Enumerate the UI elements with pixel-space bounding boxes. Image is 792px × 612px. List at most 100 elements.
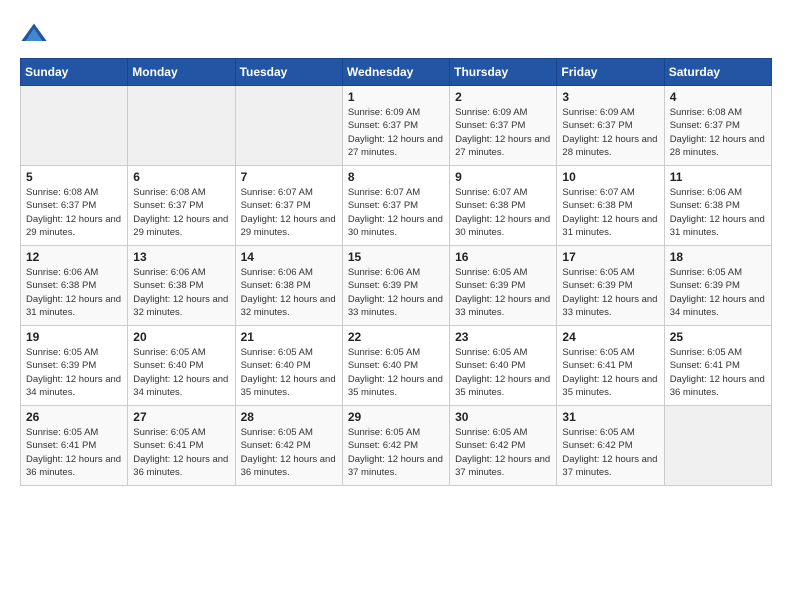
day-number: 14 — [241, 250, 337, 264]
calendar-cell: 27 Sunrise: 6:05 AMSunset: 6:41 PMDayligh… — [128, 406, 235, 486]
calendar-cell: 16 Sunrise: 6:05 AMSunset: 6:39 PMDayligh… — [450, 246, 557, 326]
weekday-header: Monday — [128, 59, 235, 86]
calendar-cell: 10 Sunrise: 6:07 AMSunset: 6:38 PMDayligh… — [557, 166, 664, 246]
day-number: 4 — [670, 90, 766, 104]
calendar-cell: 19 Sunrise: 6:05 AMSunset: 6:39 PMDayligh… — [21, 326, 128, 406]
day-info: Sunrise: 6:05 AMSunset: 6:42 PMDaylight:… — [241, 426, 337, 479]
weekday-row: SundayMondayTuesdayWednesdayThursdayFrid… — [21, 59, 772, 86]
calendar-cell: 3 Sunrise: 6:09 AMSunset: 6:37 PMDaylight… — [557, 86, 664, 166]
calendar-cell: 13 Sunrise: 6:06 AMSunset: 6:38 PMDayligh… — [128, 246, 235, 326]
day-number: 9 — [455, 170, 551, 184]
day-number: 21 — [241, 330, 337, 344]
logo — [20, 20, 54, 48]
weekday-header: Friday — [557, 59, 664, 86]
calendar-week-row: 1Sunrise: 6:09 AMSunset: 6:37 PMDaylight… — [21, 86, 772, 166]
day-number: 27 — [133, 410, 229, 424]
calendar-cell: 8Sunrise: 6:07 AMSunset: 6:37 PMDaylight… — [342, 166, 449, 246]
day-info: Sunrise: 6:09 AMSunset: 6:37 PMDaylight:… — [348, 106, 444, 159]
day-number: 17 — [562, 250, 658, 264]
day-number: 13 — [133, 250, 229, 264]
day-info: Sunrise: 6:05 AMSunset: 6:40 PMDaylight:… — [455, 346, 551, 399]
day-info: Sunrise: 6:06 AMSunset: 6:38 PMDaylight:… — [670, 186, 766, 239]
day-number: 2 — [455, 90, 551, 104]
day-info: Sunrise: 6:05 AMSunset: 6:40 PMDaylight:… — [133, 346, 229, 399]
day-number: 25 — [670, 330, 766, 344]
calendar-cell: 20Sunrise: 6:05 AMSunset: 6:40 PMDayligh… — [128, 326, 235, 406]
day-info: Sunrise: 6:05 AMSunset: 6:42 PMDaylight:… — [348, 426, 444, 479]
day-info: Sunrise: 6:09 AMSunset: 6:37 PMDaylight:… — [562, 106, 658, 159]
calendar-cell: 6 Sunrise: 6:08 AMSunset: 6:37 PMDaylight… — [128, 166, 235, 246]
day-number: 30 — [455, 410, 551, 424]
weekday-header: Thursday — [450, 59, 557, 86]
calendar-cell: 11Sunrise: 6:06 AMSunset: 6:38 PMDayligh… — [664, 166, 771, 246]
day-info: Sunrise: 6:07 AMSunset: 6:38 PMDaylight:… — [455, 186, 551, 239]
calendar-cell: 1Sunrise: 6:09 AMSunset: 6:37 PMDaylight… — [342, 86, 449, 166]
day-number: 31 — [562, 410, 658, 424]
day-info: Sunrise: 6:05 AMSunset: 6:40 PMDaylight:… — [348, 346, 444, 399]
day-info: Sunrise: 6:06 AMSunset: 6:39 PMDaylight:… — [348, 266, 444, 319]
calendar-cell — [664, 406, 771, 486]
calendar-week-row: 12 Sunrise: 6:06 AMSunset: 6:38 PMDayligh… — [21, 246, 772, 326]
calendar-header: SundayMondayTuesdayWednesdayThursdayFrid… — [21, 59, 772, 86]
day-info: Sunrise: 6:05 AMSunset: 6:39 PMDaylight:… — [455, 266, 551, 319]
calendar-cell: 12 Sunrise: 6:06 AMSunset: 6:38 PMDayligh… — [21, 246, 128, 326]
day-info: Sunrise: 6:08 AMSunset: 6:37 PMDaylight:… — [26, 186, 122, 239]
calendar-cell: 25 Sunrise: 6:05 AMSunset: 6:41 PMDayligh… — [664, 326, 771, 406]
day-info: Sunrise: 6:05 AMSunset: 6:39 PMDaylight:… — [670, 266, 766, 319]
day-number: 18 — [670, 250, 766, 264]
calendar-cell: 17 Sunrise: 6:05 AMSunset: 6:39 PMDayligh… — [557, 246, 664, 326]
day-number: 29 — [348, 410, 444, 424]
day-info: Sunrise: 6:06 AMSunset: 6:38 PMDaylight:… — [133, 266, 229, 319]
weekday-header: Wednesday — [342, 59, 449, 86]
day-number: 3 — [562, 90, 658, 104]
calendar-cell: 26 Sunrise: 6:05 AMSunset: 6:41 PMDayligh… — [21, 406, 128, 486]
page-header — [20, 20, 772, 48]
day-info: Sunrise: 6:05 AMSunset: 6:42 PMDaylight:… — [562, 426, 658, 479]
day-number: 10 — [562, 170, 658, 184]
calendar-cell: 23Sunrise: 6:05 AMSunset: 6:40 PMDayligh… — [450, 326, 557, 406]
day-number: 19 — [26, 330, 122, 344]
day-number: 24 — [562, 330, 658, 344]
day-number: 26 — [26, 410, 122, 424]
calendar-cell: 7 Sunrise: 6:07 AMSunset: 6:37 PMDaylight… — [235, 166, 342, 246]
calendar-cell: 28 Sunrise: 6:05 AMSunset: 6:42 PMDayligh… — [235, 406, 342, 486]
day-number: 22 — [348, 330, 444, 344]
day-info: Sunrise: 6:09 AMSunset: 6:37 PMDaylight:… — [455, 106, 551, 159]
calendar-cell: 15 Sunrise: 6:06 AMSunset: 6:39 PMDayligh… — [342, 246, 449, 326]
day-number: 28 — [241, 410, 337, 424]
day-number: 16 — [455, 250, 551, 264]
day-number: 5 — [26, 170, 122, 184]
day-info: Sunrise: 6:08 AMSunset: 6:37 PMDaylight:… — [133, 186, 229, 239]
day-info: Sunrise: 6:05 AMSunset: 6:41 PMDaylight:… — [133, 426, 229, 479]
calendar-cell: 4Sunrise: 6:08 AMSunset: 6:37 PMDaylight… — [664, 86, 771, 166]
day-info: Sunrise: 6:05 AMSunset: 6:42 PMDaylight:… — [455, 426, 551, 479]
calendar-week-row: 5 Sunrise: 6:08 AMSunset: 6:37 PMDaylight… — [21, 166, 772, 246]
calendar-cell: 9 Sunrise: 6:07 AMSunset: 6:38 PMDaylight… — [450, 166, 557, 246]
day-info: Sunrise: 6:07 AMSunset: 6:37 PMDaylight:… — [241, 186, 337, 239]
weekday-header: Saturday — [664, 59, 771, 86]
day-info: Sunrise: 6:05 AMSunset: 6:40 PMDaylight:… — [241, 346, 337, 399]
calendar-cell: 2 Sunrise: 6:09 AMSunset: 6:37 PMDaylight… — [450, 86, 557, 166]
calendar-cell: 18 Sunrise: 6:05 AMSunset: 6:39 PMDayligh… — [664, 246, 771, 326]
day-info: Sunrise: 6:07 AMSunset: 6:38 PMDaylight:… — [562, 186, 658, 239]
day-info: Sunrise: 6:05 AMSunset: 6:39 PMDaylight:… — [26, 346, 122, 399]
day-info: Sunrise: 6:05 AMSunset: 6:41 PMDaylight:… — [670, 346, 766, 399]
day-info: Sunrise: 6:05 AMSunset: 6:41 PMDaylight:… — [26, 426, 122, 479]
calendar-cell: 14Sunrise: 6:06 AMSunset: 6:38 PMDayligh… — [235, 246, 342, 326]
calendar-table: SundayMondayTuesdayWednesdayThursdayFrid… — [20, 58, 772, 486]
day-info: Sunrise: 6:07 AMSunset: 6:37 PMDaylight:… — [348, 186, 444, 239]
calendar-cell: 24Sunrise: 6:05 AMSunset: 6:41 PMDayligh… — [557, 326, 664, 406]
day-info: Sunrise: 6:06 AMSunset: 6:38 PMDaylight:… — [26, 266, 122, 319]
calendar-cell — [235, 86, 342, 166]
calendar-cell: 29 Sunrise: 6:05 AMSunset: 6:42 PMDayligh… — [342, 406, 449, 486]
calendar-week-row: 26 Sunrise: 6:05 AMSunset: 6:41 PMDayligh… — [21, 406, 772, 486]
calendar-week-row: 19 Sunrise: 6:05 AMSunset: 6:39 PMDayligh… — [21, 326, 772, 406]
day-info: Sunrise: 6:05 AMSunset: 6:39 PMDaylight:… — [562, 266, 658, 319]
day-number: 15 — [348, 250, 444, 264]
calendar-cell: 31 Sunrise: 6:05 AMSunset: 6:42 PMDayligh… — [557, 406, 664, 486]
calendar-cell: 21 Sunrise: 6:05 AMSunset: 6:40 PMDayligh… — [235, 326, 342, 406]
day-number: 12 — [26, 250, 122, 264]
day-number: 6 — [133, 170, 229, 184]
calendar-cell — [128, 86, 235, 166]
day-number: 7 — [241, 170, 337, 184]
